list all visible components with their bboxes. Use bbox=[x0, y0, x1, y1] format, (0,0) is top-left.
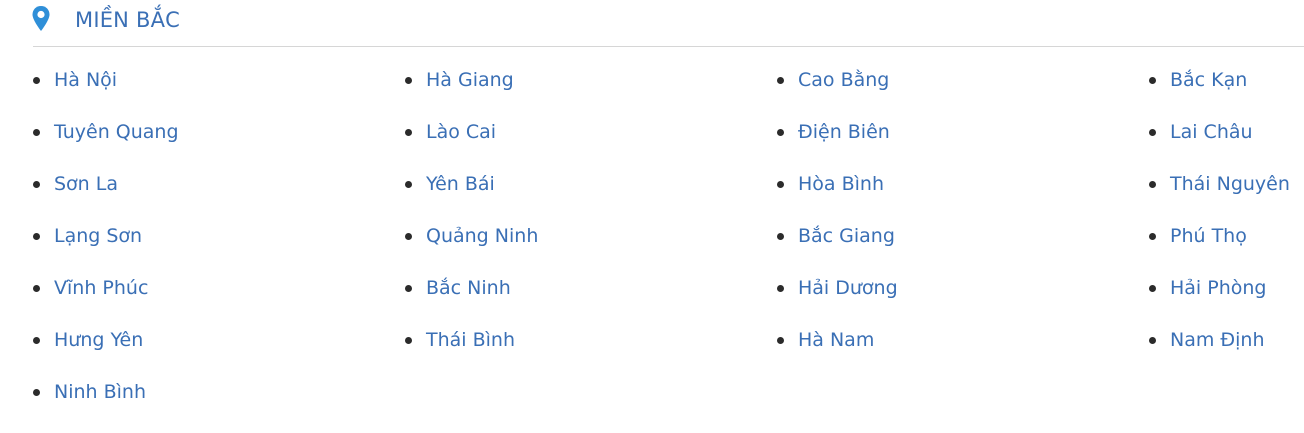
province-label[interactable]: Hải Dương bbox=[798, 276, 898, 300]
province-label[interactable]: Hà Nội bbox=[54, 68, 117, 92]
province-link[interactable]: Hải Phòng bbox=[1149, 263, 1299, 315]
bullet-icon bbox=[405, 129, 412, 136]
province-label[interactable]: Sơn La bbox=[54, 172, 118, 196]
province-label[interactable]: Ninh Bình bbox=[54, 380, 146, 404]
bullet-icon bbox=[33, 337, 40, 344]
province-label[interactable]: Vĩnh Phúc bbox=[54, 276, 148, 300]
province-link[interactable]: Hưng Yên bbox=[33, 315, 373, 367]
bullet-icon bbox=[1149, 129, 1156, 136]
bullet-icon bbox=[777, 337, 784, 344]
province-link[interactable]: Quảng Ninh bbox=[405, 211, 745, 263]
province-link[interactable]: Nam Định bbox=[1149, 315, 1299, 367]
province-link[interactable]: Yên Bái bbox=[405, 159, 745, 211]
bullet-icon bbox=[405, 337, 412, 344]
province-label[interactable]: Lạng Sơn bbox=[54, 224, 142, 248]
bullet-icon bbox=[405, 77, 412, 84]
region-header: MIỀN BẮC bbox=[0, 0, 1304, 48]
province-label[interactable]: Phú Thọ bbox=[1170, 224, 1247, 248]
bullet-icon bbox=[33, 233, 40, 240]
province-link[interactable]: Tuyên Quang bbox=[33, 107, 373, 159]
province-label[interactable]: Hà Nam bbox=[798, 328, 874, 352]
province-link[interactable]: Hà Giang bbox=[405, 55, 745, 107]
bullet-icon bbox=[405, 181, 412, 188]
bullet-icon bbox=[777, 285, 784, 292]
province-label[interactable]: Hà Giang bbox=[426, 68, 514, 92]
bullet-icon bbox=[33, 77, 40, 84]
province-label[interactable]: Yên Bái bbox=[426, 172, 495, 196]
province-label[interactable]: Cao Bằng bbox=[798, 68, 889, 92]
bullet-icon bbox=[33, 389, 40, 396]
province-link[interactable]: Bắc Kạn bbox=[1149, 55, 1299, 107]
region-title: MIỀN BẮC bbox=[75, 8, 181, 32]
bullet-icon bbox=[777, 129, 784, 136]
bullet-icon bbox=[1149, 77, 1156, 84]
province-list: Hà Nội Hà Giang Cao Bằng Bắc Kạn Tuyên Quang… bbox=[0, 55, 1304, 425]
province-label[interactable]: Bắc Kạn bbox=[1170, 68, 1247, 92]
province-label[interactable]: Thái Bình bbox=[426, 328, 515, 352]
province-label[interactable]: Hòa Bình bbox=[798, 172, 884, 196]
province-link[interactable]: Lai Châu bbox=[1149, 107, 1299, 159]
bullet-icon bbox=[1149, 233, 1156, 240]
province-label[interactable]: Hải Phòng bbox=[1170, 276, 1266, 300]
province-link[interactable]: Hải Dương bbox=[777, 263, 1117, 315]
province-label[interactable]: Nam Định bbox=[1170, 328, 1265, 352]
province-link[interactable]: Hà Nội bbox=[33, 55, 373, 107]
province-label[interactable]: Điện Biên bbox=[798, 120, 890, 144]
divider bbox=[33, 46, 1304, 47]
province-link[interactable]: Phú Thọ bbox=[1149, 211, 1299, 263]
province-link[interactable]: Bắc Ninh bbox=[405, 263, 745, 315]
province-link[interactable]: Cao Bằng bbox=[777, 55, 1117, 107]
province-label[interactable]: Bắc Ninh bbox=[426, 276, 511, 300]
bullet-icon bbox=[1149, 285, 1156, 292]
province-label[interactable]: Hưng Yên bbox=[54, 328, 143, 352]
province-label[interactable]: Thái Nguyên bbox=[1170, 172, 1290, 196]
province-label[interactable]: Quảng Ninh bbox=[426, 224, 538, 248]
province-link[interactable]: Ninh Bình bbox=[33, 367, 373, 419]
province-link[interactable]: Vĩnh Phúc bbox=[33, 263, 373, 315]
province-link[interactable]: Bắc Giang bbox=[777, 211, 1117, 263]
bullet-icon bbox=[33, 285, 40, 292]
bullet-icon bbox=[33, 181, 40, 188]
province-link[interactable]: Lào Cai bbox=[405, 107, 745, 159]
bullet-icon bbox=[777, 77, 784, 84]
province-label[interactable]: Bắc Giang bbox=[798, 224, 895, 248]
bullet-icon bbox=[405, 285, 412, 292]
province-label[interactable]: Lai Châu bbox=[1170, 120, 1253, 144]
province-link[interactable]: Lạng Sơn bbox=[33, 211, 373, 263]
bullet-icon bbox=[405, 233, 412, 240]
bullet-icon bbox=[1149, 337, 1156, 344]
bullet-icon bbox=[777, 233, 784, 240]
bullet-icon bbox=[1149, 181, 1156, 188]
province-link[interactable]: Thái Bình bbox=[405, 315, 745, 367]
province-label[interactable]: Lào Cai bbox=[426, 120, 496, 144]
province-link[interactable]: Thái Nguyên bbox=[1149, 159, 1299, 211]
map-pin-icon bbox=[31, 5, 51, 33]
bullet-icon bbox=[777, 181, 784, 188]
province-link[interactable]: Hà Nam bbox=[777, 315, 1117, 367]
province-link[interactable]: Hòa Bình bbox=[777, 159, 1117, 211]
province-link[interactable]: Điện Biên bbox=[777, 107, 1117, 159]
bullet-icon bbox=[33, 129, 40, 136]
province-label[interactable]: Tuyên Quang bbox=[54, 120, 179, 144]
province-link[interactable]: Sơn La bbox=[33, 159, 373, 211]
